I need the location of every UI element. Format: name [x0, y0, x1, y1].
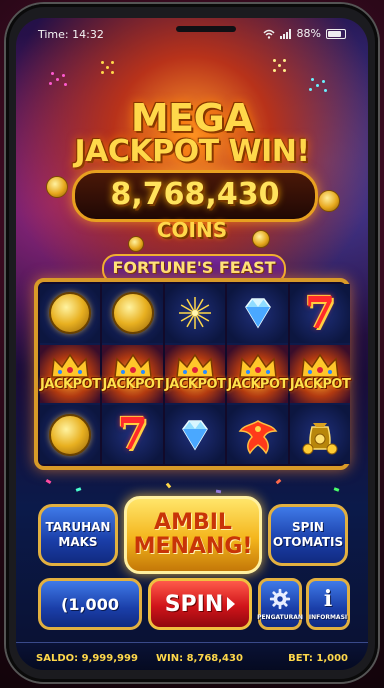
coin-icon: [46, 176, 68, 198]
win-readout: WIN: 8,768,430: [156, 653, 243, 664]
reel-cell-coin: [40, 284, 101, 343]
camera-notch: [176, 26, 236, 32]
crown-icon: [113, 353, 152, 378]
phone-frame: Time: 14:32 88% MEGA JACKPOT WIN! 8,768,…: [6, 4, 378, 682]
win-amount-panel: 8,768,430: [72, 170, 318, 222]
gold-coin-icon: [49, 292, 92, 335]
win-unit-label: COINS: [156, 218, 228, 242]
gold-coin-icon: [111, 292, 154, 335]
reel-cell-coin-bag: [289, 405, 351, 465]
crown-icon: [238, 353, 277, 378]
coin-icon: [318, 190, 340, 212]
reel-cell-coin: [40, 405, 101, 465]
signal-icon: [279, 28, 291, 39]
crown-icon: [176, 353, 215, 378]
jackpot-symbol-label: JACKPOT: [227, 376, 288, 392]
spin-button[interactable]: SPIN: [148, 578, 252, 630]
crown-icon: [301, 353, 339, 378]
game-screen: Time: 14:32 88% MEGA JACKPOT WIN! 8,768,…: [16, 18, 368, 670]
spin-label: SPIN: [164, 591, 224, 617]
settings-button[interactable]: PENGATURAN: [257, 578, 303, 630]
reel-cell-jackpot: JACKPOT: [40, 344, 101, 404]
reel-cell-jackpot: JACKPOT: [164, 344, 226, 404]
lucky-seven-icon: 7: [304, 287, 336, 339]
win-amount: 8,768,430: [110, 177, 280, 212]
play-arrow-icon: [227, 597, 236, 611]
reel-cell-jackpot: JACKPOT: [227, 344, 288, 404]
jackpot-symbol-label: JACKPOT: [164, 376, 226, 392]
info-icon: i: [323, 585, 333, 612]
reel-cell-coin: [102, 284, 163, 343]
bet-amount-button[interactable]: (1,000: [38, 578, 142, 630]
reel-column-2: JACKPOT 7: [102, 284, 163, 465]
reel-cell-fireworks: [164, 284, 226, 343]
auto-spin-button[interactable]: SPIN OTOMATIS: [268, 504, 348, 566]
battery-percent: 88%: [296, 27, 321, 40]
battery-icon: [326, 28, 346, 39]
info-button[interactable]: i INFORMASI: [306, 578, 350, 630]
phoenix-icon: [238, 419, 278, 455]
diamond-icon: [182, 419, 209, 451]
settings-label: PENGATURAN: [257, 613, 303, 621]
lucky-seven-icon: 7: [117, 409, 149, 461]
info-label: INFORMASI: [308, 613, 348, 621]
jackpot-symbol-label: JACKPOT: [40, 376, 101, 392]
max-bet-button[interactable]: TARUHAN MAKS: [38, 504, 118, 566]
reel-cell-jackpot: JACKPOT: [289, 344, 351, 404]
reel-column-5: 7 JACKPOT: [289, 284, 351, 465]
reel-column-3: JACKPOT: [164, 284, 226, 465]
balance-readout: SALDO: 9,999,999: [36, 653, 138, 664]
collect-win-button[interactable]: AMBIL MENANG!: [124, 496, 262, 574]
reel-grid: JACKPOT JACKPOT 7 JACKPOT JACKPOT 7 JACKPOT: [34, 278, 351, 470]
bet-readout: BET: 1,000: [288, 653, 348, 664]
jackpot-symbol-label: JACKPOT: [102, 376, 163, 392]
headline-jackpot-win: JACKPOT WIN!: [74, 134, 310, 169]
firework-burst-icon: [179, 297, 212, 330]
jackpot-symbol-label: JACKPOT: [289, 376, 351, 392]
wifi-icon: [263, 29, 275, 39]
reel-column-4: JACKPOT: [227, 284, 288, 465]
gold-coin-icon: [49, 413, 92, 456]
diamond-icon: [244, 298, 271, 329]
reel-cell-diamond: [227, 284, 288, 343]
reel-cell-jackpot: JACKPOT: [102, 344, 163, 404]
status-time: Time: 14:32: [38, 28, 104, 41]
footer-bar: SALDO: 9,999,999 WIN: 8,768,430 BET: 1,0…: [16, 642, 368, 670]
reel-column-1: JACKPOT: [40, 284, 101, 465]
crown-icon: [51, 353, 90, 378]
reel-cell-seven: 7: [289, 284, 351, 343]
gear-icon: [269, 588, 291, 609]
reel-cell-phoenix: [227, 405, 288, 465]
reel-cell-seven: 7: [102, 405, 163, 465]
coin-bag-icon: [302, 422, 338, 455]
reel-cell-diamond: [164, 405, 226, 465]
